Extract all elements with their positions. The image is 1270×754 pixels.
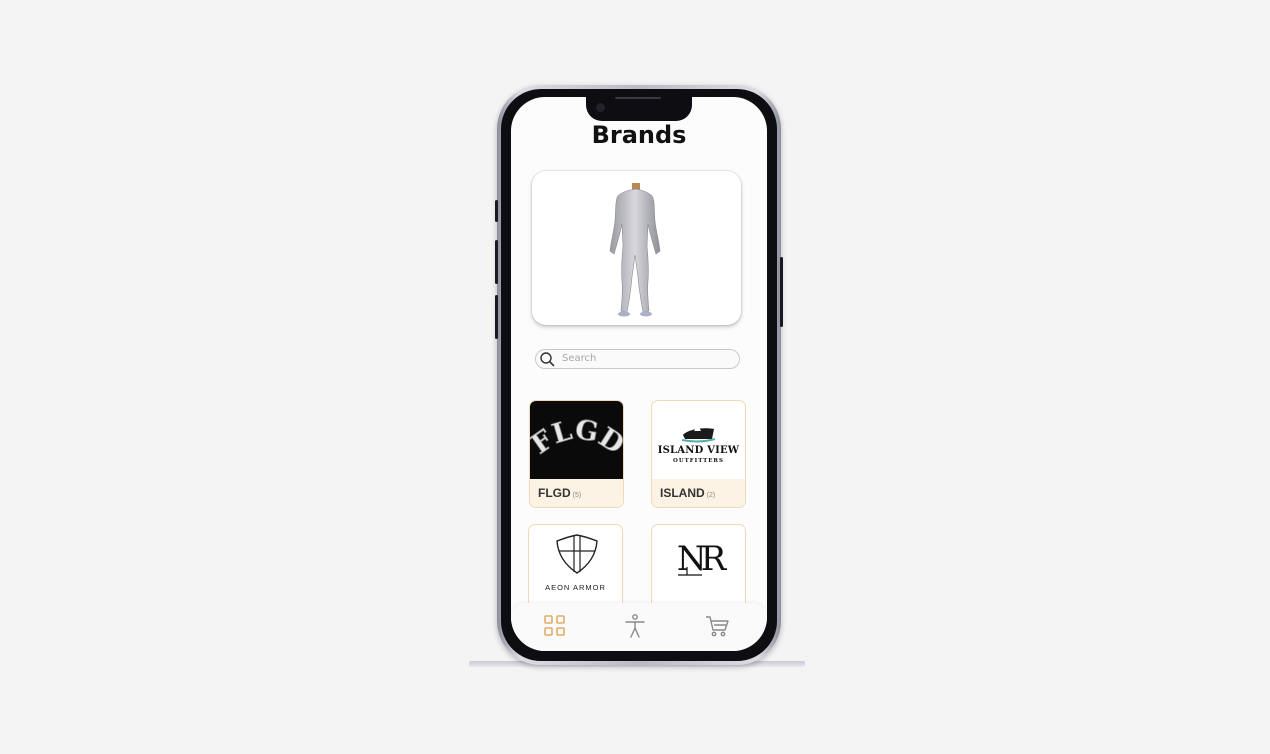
search-bar[interactable]: [535, 349, 740, 369]
monogram-mark-icon: [678, 567, 702, 576]
brand-count: (5): [572, 492, 582, 499]
grid-icon[interactable]: [542, 613, 568, 639]
brand-name: ISLAND: [660, 486, 705, 500]
shield-icon: [556, 534, 598, 574]
avatar-preview-card[interactable]: [532, 171, 741, 325]
body-model-icon: [609, 183, 661, 317]
brand-logo-aeon-armor: AEON ARMOR: [529, 525, 622, 603]
search-icon: [540, 352, 555, 367]
brand-label-flgd: FLGD (5): [530, 479, 623, 507]
brand-logo-text: ISLAND VIEW: [657, 445, 740, 456]
boat-icon: [681, 425, 716, 443]
volume-up-button: [495, 240, 498, 284]
brand-logo-nr: NR: [652, 525, 745, 603]
brand-card-island[interactable]: ISLAND VIEW OUTFITTERS ISLAND (2): [651, 400, 746, 508]
notch: [586, 97, 692, 121]
phone-frame: Brands Search LG FLGD (5) ISLAND VIEW OU…: [495, 85, 783, 665]
brand-card-flgd[interactable]: FLGD FLGD(5): [529, 400, 624, 508]
svg-text:FLGD: FLGD: [530, 414, 624, 461]
brand-logo-text: AEON ARMOR: [545, 583, 606, 592]
page-title: Brands: [591, 121, 687, 149]
app-screen: Brands Search LG FLGD (5) ISLAND VIEW OU…: [511, 97, 767, 651]
brand-count: (2): [706, 492, 716, 499]
speaker-grille: [615, 97, 661, 99]
brand-logo-island-view: ISLAND VIEW OUTFITTERS: [652, 401, 745, 479]
bottom-tab-bar: [511, 603, 767, 651]
brand-logo-subtext: OUTFITTERS: [673, 458, 724, 464]
brand-logo-flgd: FLGD: [530, 401, 623, 479]
volume-down-button: [495, 295, 498, 339]
brand-name: FLGD: [538, 486, 571, 500]
front-camera-icon: [596, 103, 605, 112]
person-icon[interactable]: [622, 613, 648, 639]
brand-label-island: ISLAND (2): [652, 479, 745, 507]
power-button: [780, 257, 783, 327]
search-input[interactable]: [562, 351, 732, 366]
mute-switch: [495, 200, 498, 222]
cart-icon[interactable]: [704, 613, 730, 639]
